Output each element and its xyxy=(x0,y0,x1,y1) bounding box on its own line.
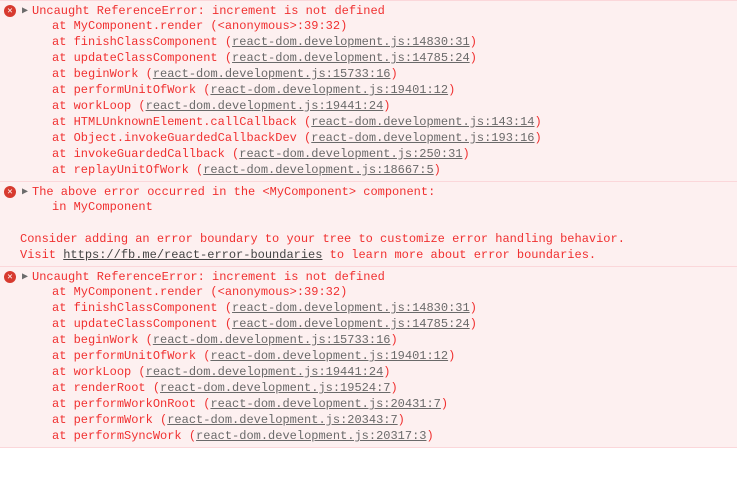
error-body-line: Visit https://fb.me/react-error-boundari… xyxy=(4,247,731,263)
stack-frame: at performUnitOfWork (react-dom.developm… xyxy=(52,82,731,98)
stack-frame: at HTMLUnknownElement.callCallback (reac… xyxy=(52,114,731,130)
message-header: ✕ ▶The above error occurred in the <MyCom… xyxy=(4,185,731,199)
source-link[interactable]: react-dom.development.js:15733:16 xyxy=(153,67,391,81)
source-link[interactable]: react-dom.development.js:14830:31 xyxy=(232,301,470,315)
stack-frame: at updateClassComponent (react-dom.devel… xyxy=(52,316,731,332)
stack-function: performWorkOnRoot xyxy=(74,397,196,411)
stack-frame: at MyComponent.render (<anonymous>:39:32… xyxy=(52,18,731,34)
stack-function: MyComponent.render xyxy=(74,285,204,299)
source-link[interactable]: react-dom.development.js:19441:24 xyxy=(146,99,384,113)
message-header: ✕ ▶Uncaught ReferenceError: increment is … xyxy=(4,4,731,18)
stack-function: beginWork xyxy=(74,333,139,347)
disclosure-triangle-icon[interactable]: ▶ xyxy=(20,186,30,198)
source-link[interactable]: react-dom.development.js:19441:24 xyxy=(146,365,384,379)
source-link[interactable]: react-dom.development.js:143:14 xyxy=(311,115,534,129)
source-link[interactable]: react-dom.development.js:14785:24 xyxy=(232,317,470,331)
stack-frame: at performSyncWork (react-dom.developmen… xyxy=(52,428,731,444)
stack-trace: at MyComponent.render (<anonymous>:39:32… xyxy=(4,284,731,444)
error-headline: Uncaught ReferenceError: increment is no… xyxy=(32,270,385,284)
source-link[interactable]: react-dom.development.js:19401:12 xyxy=(210,83,448,97)
stack-frame: at beginWork (react-dom.development.js:1… xyxy=(52,332,731,348)
stack-function: workLoop xyxy=(74,365,132,379)
stack-function: workLoop xyxy=(74,99,132,113)
stack-frame: at updateClassComponent (react-dom.devel… xyxy=(52,50,731,66)
disclosure-triangle-icon[interactable]: ▶ xyxy=(20,5,30,17)
stack-function: updateClassComponent xyxy=(74,317,218,331)
stack-function: Object.invokeGuardedCallbackDev xyxy=(74,131,297,145)
stack-frame: at renderRoot (react-dom.development.js:… xyxy=(52,380,731,396)
stack-frame: at beginWork (react-dom.development.js:1… xyxy=(52,66,731,82)
source-link[interactable]: react-dom.development.js:250:31 xyxy=(239,147,462,161)
stack-function: performWork xyxy=(74,413,153,427)
error-body-line: in MyComponent xyxy=(4,199,731,215)
stack-function: renderRoot xyxy=(74,381,146,395)
source-link[interactable]: react-dom.development.js:15733:16 xyxy=(153,333,391,347)
help-link[interactable]: https://fb.me/react-error-boundaries xyxy=(63,248,322,262)
message-header: ✕ ▶Uncaught ReferenceError: increment is … xyxy=(4,270,731,284)
error-icon: ✕ xyxy=(4,186,16,198)
disclosure-triangle-icon[interactable]: ▶ xyxy=(20,271,30,283)
error-body-line: Consider adding an error boundary to you… xyxy=(4,231,731,247)
stack-function: performUnitOfWork xyxy=(74,83,196,97)
stack-function: replayUnitOfWork xyxy=(74,163,189,177)
source-link[interactable]: react-dom.development.js:20431:7 xyxy=(210,397,440,411)
source-link[interactable]: react-dom.development.js:14785:24 xyxy=(232,51,470,65)
stack-function: invokeGuardedCallback xyxy=(74,147,225,161)
error-icon: ✕ xyxy=(4,5,16,17)
error-headline: Uncaught ReferenceError: increment is no… xyxy=(32,4,385,18)
source-link[interactable]: react-dom.development.js:20317:3 xyxy=(196,429,426,443)
source-link[interactable]: react-dom.development.js:14830:31 xyxy=(232,35,470,49)
source-link[interactable]: react-dom.development.js:193:16 xyxy=(311,131,534,145)
source-location: <anonymous>:39:32 xyxy=(218,285,340,299)
stack-function: beginWork xyxy=(74,67,139,81)
error-icon: ✕ xyxy=(4,271,16,283)
error-body-line xyxy=(4,215,731,231)
stack-frame: at workLoop (react-dom.development.js:19… xyxy=(52,364,731,380)
stack-frame: at replayUnitOfWork (react-dom.developme… xyxy=(52,162,731,178)
source-link[interactable]: react-dom.development.js:19524:7 xyxy=(160,381,390,395)
console: ✕▶Uncaught ReferenceError: increment is … xyxy=(0,0,737,448)
stack-function: performSyncWork xyxy=(74,429,182,443)
stack-function: performUnitOfWork xyxy=(74,349,196,363)
stack-frame: at performUnitOfWork (react-dom.developm… xyxy=(52,348,731,364)
console-error-message: ✕ ▶Uncaught ReferenceError: increment is … xyxy=(0,0,737,181)
stack-frame: at performWorkOnRoot (react-dom.developm… xyxy=(52,396,731,412)
source-link[interactable]: react-dom.development.js:19401:12 xyxy=(210,349,448,363)
console-error-message: ✕ ▶The above error occurred in the <MyCom… xyxy=(0,181,737,266)
stack-frame: at Object.invokeGuardedCallbackDev (reac… xyxy=(52,130,731,146)
stack-frame: at invokeGuardedCallback (react-dom.deve… xyxy=(52,146,731,162)
console-error-message: ✕ ▶Uncaught ReferenceError: increment is … xyxy=(0,266,737,448)
source-location: <anonymous>:39:32 xyxy=(218,19,340,33)
stack-frame: at finishClassComponent (react-dom.devel… xyxy=(52,300,731,316)
error-headline: The above error occurred in the <MyCompo… xyxy=(32,185,435,199)
stack-frame: at MyComponent.render (<anonymous>:39:32… xyxy=(52,284,731,300)
stack-frame: at finishClassComponent (react-dom.devel… xyxy=(52,34,731,50)
stack-function: updateClassComponent xyxy=(74,51,218,65)
stack-function: MyComponent.render xyxy=(74,19,204,33)
stack-frame: at performWork (react-dom.development.js… xyxy=(52,412,731,428)
stack-trace: at MyComponent.render (<anonymous>:39:32… xyxy=(4,18,731,178)
source-link[interactable]: react-dom.development.js:20343:7 xyxy=(167,413,397,427)
stack-frame: at workLoop (react-dom.development.js:19… xyxy=(52,98,731,114)
stack-function: HTMLUnknownElement.callCallback xyxy=(74,115,297,129)
source-link[interactable]: react-dom.development.js:18667:5 xyxy=(203,163,433,177)
stack-function: finishClassComponent xyxy=(74,301,218,315)
stack-function: finishClassComponent xyxy=(74,35,218,49)
